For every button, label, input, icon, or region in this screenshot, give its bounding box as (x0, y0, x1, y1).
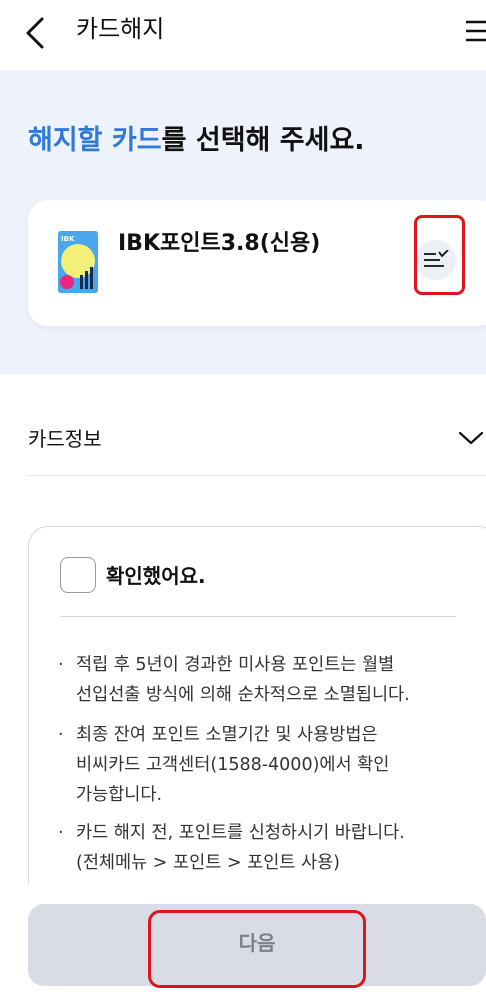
chevron-down-icon (458, 431, 484, 445)
bullet: · (58, 823, 64, 843)
back-arrow-icon[interactable] (22, 16, 50, 50)
notice-item: · 적립 후 5년이 경과한 미사용 포인트는 월별 선입선출 방식에 의해 순… (58, 650, 458, 710)
notice-text-line: 비씨카드 고객센터(1588-4000)에서 확인 (76, 755, 390, 775)
card-name: IBK포인트3.8(신용) (118, 231, 321, 256)
notice-item: · 최종 잔여 포인트 소멸기간 및 사용방법은 비씨카드 고객센터(1588-… (58, 720, 458, 810)
page-title: 카드해지 (76, 15, 165, 43)
svg-text:IBK: IBK (61, 235, 75, 243)
headline-accent: 해지할 카드 (28, 125, 162, 156)
notice-text-line: 최종 잔여 포인트 소멸기간 및 사용방법은 (76, 725, 378, 745)
top-app-bar: 카드해지 (0, 0, 486, 70)
divider (60, 616, 456, 617)
headline-rest: 를 선택해 주세요. (161, 125, 365, 156)
notice-item: · 카드 해지 전, 포인트를 신청하시기 바랍니다. (전체메뉴 > 포인트 … (58, 818, 458, 878)
highlight-box-sort (414, 215, 465, 295)
notice-text-line: 선입선출 방식에 의해 순차적으로 소멸됩니다. (76, 685, 410, 705)
notice-text-line: (전체메뉴 > 포인트 > 포인트 사용) (76, 853, 340, 873)
instruction-headline: 해지할 카드를 선택해 주세요. (28, 122, 365, 160)
card-info-accordion[interactable]: 카드정보 (28, 410, 486, 476)
notice-text-line: 카드 해지 전, 포인트를 신청하시기 바랍니다. (76, 823, 405, 843)
card-info-label: 카드정보 (28, 427, 102, 451)
notice-text-line: 적립 후 5년이 경과한 미사용 포인트는 월별 (76, 655, 395, 675)
confirm-checkbox[interactable] (60, 557, 96, 593)
bullet: · (58, 725, 64, 745)
confirm-checkbox-label[interactable]: 확인했어요. (106, 561, 206, 591)
highlight-box-next (148, 910, 366, 988)
bullet: · (58, 655, 64, 675)
notice-text-line: 가능합니다. (76, 785, 163, 805)
hamburger-menu-icon[interactable] (466, 20, 486, 42)
card-image: IBK (58, 231, 98, 293)
